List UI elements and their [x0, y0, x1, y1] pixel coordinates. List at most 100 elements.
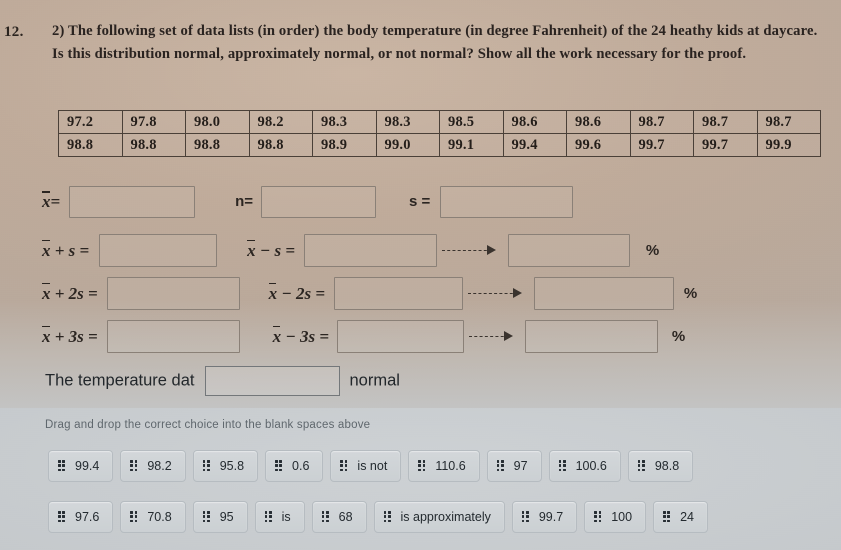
drag-tile-label: 0.6 [292, 459, 310, 473]
table-cell: 98.3 [375, 110, 440, 134]
mean-input[interactable] [68, 186, 195, 218]
drag-handle-icon [340, 460, 348, 472]
drag-tile[interactable]: 98.2 [120, 450, 186, 482]
drag-tile-label: 100.6 [575, 459, 607, 473]
question-number: 12. [4, 24, 24, 40]
mean-minus-3s-input[interactable] [337, 320, 465, 353]
table-cell: 97.2 [58, 110, 123, 134]
percent-1s-input[interactable] [508, 234, 631, 267]
conclusion-lead-text: The temperature dat [45, 371, 195, 390]
drag-tile[interactable]: 99.7 [511, 501, 578, 533]
arrow-head [512, 287, 522, 298]
data-table: 97.2 97.8 98.0 98.2 98.3 98.3 98.5 98.6 … [58, 110, 821, 157]
table-cell: 98.8 [185, 133, 250, 157]
table-cell: 99.7 [629, 133, 694, 157]
table-cell: 98.6 [502, 110, 567, 134]
arrow-right-icon [441, 244, 504, 257]
s-label: s = [408, 193, 431, 211]
drag-handle-icon [130, 511, 138, 523]
drag-tile[interactable]: is approximately [373, 501, 505, 533]
percent-3s-input[interactable] [525, 320, 659, 353]
mean-bar-glyph: x [268, 282, 278, 303]
drag-handle-icon [202, 460, 211, 472]
table-cell: 98.8 [248, 133, 313, 157]
drag-tile[interactable]: 100.6 [548, 450, 621, 482]
drag-tile[interactable]: 100 [584, 501, 647, 533]
conclusion-blank-input[interactable] [204, 366, 340, 396]
mean-bar-glyph: x [42, 239, 51, 260]
percent-sign-2s: % [683, 285, 698, 302]
mean-bar-glyph: x [272, 325, 282, 346]
drag-tile-label: 110.6 [435, 459, 466, 473]
table-cell: 98.0 [185, 110, 250, 134]
mean-minus-3s-label: x − 3s = [272, 325, 330, 347]
mean-minus-2s-input[interactable] [334, 277, 464, 310]
drag-tile[interactable]: 95 [192, 501, 248, 533]
drag-tile-label: 97.6 [75, 510, 100, 524]
percent-sign-1s: % [645, 242, 660, 259]
drag-handle-icon [383, 511, 392, 523]
drag-tile-label: is not [357, 459, 388, 473]
drag-handle-icon [58, 511, 66, 523]
drag-tile[interactable]: is not [330, 450, 402, 482]
drag-tile[interactable]: is [254, 501, 305, 533]
mean-plus-3s-label: x + 3s = [42, 325, 98, 347]
arrow-right-icon [467, 287, 530, 300]
drag-tile[interactable]: 95.8 [192, 450, 259, 482]
mean-minus-s-input[interactable] [304, 234, 438, 267]
table-cell: 99.1 [439, 133, 504, 157]
arrow-shaft [467, 292, 518, 294]
question-text: 2) The following set of data lists (in o… [52, 23, 818, 62]
drag-handle-icon [594, 511, 602, 523]
arrow-head [486, 244, 496, 255]
drag-tile[interactable]: 97 [486, 450, 542, 482]
table-cell: 99.6 [566, 133, 631, 157]
mean-plus-2s-input[interactable] [107, 277, 241, 310]
drag-tile[interactable]: 68 [311, 501, 367, 533]
mean-bar-glyph: x [247, 239, 256, 260]
table-cell: 98.8 [58, 133, 123, 157]
drag-handle-icon [558, 460, 567, 472]
mean-label: x= [42, 191, 60, 212]
drag-tile[interactable]: 110.6 [408, 450, 480, 482]
drag-tile-row-2: 97.6 70.8 95 is 68 is approximately 99.7… [48, 501, 708, 533]
mean-plus-3s-input[interactable] [107, 320, 241, 353]
table-row: 98.8 98.8 98.8 98.8 98.9 99.0 99.1 99.4 … [58, 133, 821, 157]
mean-bar-glyph: x [42, 191, 51, 211]
drag-tile-label: 95.8 [219, 459, 245, 473]
table-cell: 98.3 [312, 110, 377, 134]
table-cell: 97.8 [121, 110, 186, 134]
drag-tile[interactable]: 99.4 [48, 450, 114, 482]
mean-plus-s-input[interactable] [98, 234, 217, 267]
interval-row-3s: x + 3s = x − 3s = % [42, 320, 685, 353]
table-cell: 98.7 [756, 110, 821, 134]
percent-2s-input[interactable] [534, 277, 675, 310]
table-cell: 98.8 [121, 133, 186, 157]
interval-row-2s: x + 2s = x − 2s = % [42, 277, 697, 310]
drag-tile[interactable]: 24 [653, 501, 708, 533]
drag-tile[interactable]: 0.6 [265, 450, 324, 482]
drag-tile-label: 95 [219, 510, 234, 524]
table-cell: 98.7 [693, 110, 758, 134]
drag-tile-label: 99.4 [75, 459, 100, 473]
table-cell: 98.6 [566, 110, 631, 134]
drag-tile[interactable]: 98.8 [627, 450, 694, 482]
drag-tile-label: 99.7 [538, 510, 564, 524]
mean-minus-3s-suffix: − 3s = [281, 326, 330, 346]
drag-handle-icon [521, 511, 530, 523]
drag-drop-hint: Drag and drop the correct choice into th… [45, 419, 371, 431]
drag-tile[interactable]: 97.6 [48, 501, 114, 533]
drag-tile-label: 100 [611, 510, 633, 524]
drag-tile-label: is approximately [400, 510, 491, 524]
s-input[interactable] [439, 186, 573, 218]
arrow-shaft [468, 335, 509, 337]
conclusion-trail-text: normal [349, 371, 400, 390]
drag-handle-icon [321, 511, 330, 523]
n-input[interactable] [261, 186, 377, 218]
drag-handle-icon [663, 511, 671, 523]
drag-tile-label: is [281, 510, 291, 524]
table-row: 97.2 97.8 98.0 98.2 98.3 98.3 98.5 98.6 … [58, 110, 821, 134]
drag-handle-icon [637, 460, 646, 472]
drag-handle-icon [130, 460, 138, 472]
drag-tile[interactable]: 70.8 [120, 501, 186, 533]
